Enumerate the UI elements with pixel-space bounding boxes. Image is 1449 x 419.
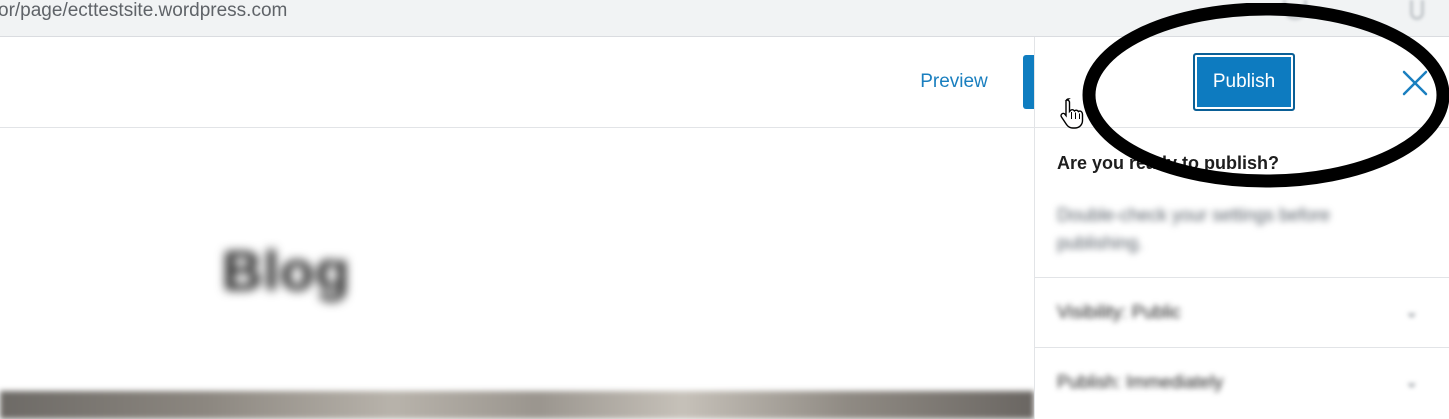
publish-button[interactable]: Publish xyxy=(1193,53,1295,111)
close-button[interactable] xyxy=(1399,67,1431,99)
publish-time-row[interactable]: Publish: Immediately ⌄ xyxy=(1035,347,1449,418)
close-icon xyxy=(1402,70,1428,96)
preview-button[interactable]: Preview xyxy=(906,67,1002,97)
publish-panel-header: Publish xyxy=(1035,37,1449,128)
editor-header: Preview xyxy=(0,37,1034,128)
cover-image[interactable] xyxy=(0,391,1034,419)
update-button-edge[interactable] xyxy=(1023,55,1034,109)
menu-icon[interactable] xyxy=(1410,0,1424,20)
browser-address-bar: or/page/ecttestsite.wordpress.com xyxy=(0,0,1449,37)
publish-time-label: Publish: Immediately xyxy=(1057,372,1224,392)
visibility-row[interactable]: Visibility: Public ⌄ xyxy=(1035,277,1449,348)
extension-icon[interactable] xyxy=(1283,0,1307,20)
prepublish-heading: Are you ready to publish? xyxy=(1057,153,1280,173)
url-text[interactable]: or/page/ecttestsite.wordpress.com xyxy=(0,0,287,22)
prepublish-description: Double-check your settings before publis… xyxy=(1057,205,1331,253)
chevron-down-icon: ⌄ xyxy=(1405,304,1419,321)
visibility-label: Visibility: Public xyxy=(1057,302,1181,322)
page-title[interactable]: Blog xyxy=(222,238,350,303)
hand-cursor-icon xyxy=(1060,98,1084,129)
chevron-down-icon: ⌄ xyxy=(1405,374,1419,391)
publish-panel: Publish Are you ready to publish? Double… xyxy=(1034,37,1449,419)
